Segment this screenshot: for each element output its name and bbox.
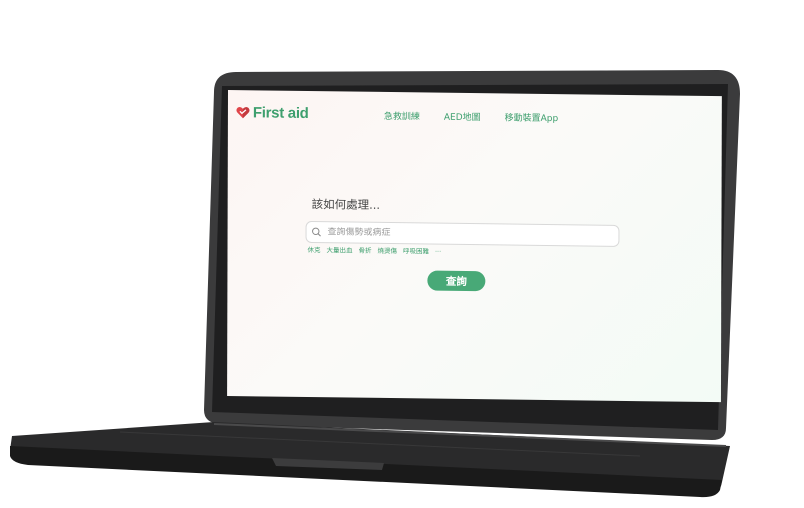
page-heading: 該如何處理... [311, 197, 381, 212]
nav-link-training[interactable]: 急救訓練 [384, 109, 420, 122]
brand-name: First aid [252, 104, 309, 123]
top-nav: First aid 急救訓練 AED地圖 移動裝置App [228, 90, 722, 140]
nav-link-aed-map[interactable]: AED地圖 [444, 110, 481, 123]
search-input[interactable] [325, 227, 610, 241]
browser-screen: First aid 急救訓練 AED地圖 移動裝置App 該如何處理... 休克… [227, 90, 722, 403]
tag-fracture[interactable]: 骨折 [358, 245, 371, 255]
tag-bleeding[interactable]: 大量出血 [326, 244, 352, 254]
brand-logo[interactable]: First aid [236, 104, 309, 122]
tag-burn[interactable]: 燒燙傷 [377, 245, 397, 255]
search-icon [312, 227, 326, 237]
nav-links: 急救訓練 AED地圖 移動裝置App [384, 109, 558, 124]
laptop-mockup: First aid 急救訓練 AED地圖 移動裝置App 該如何處理... 休克… [0, 0, 804, 508]
quick-tags: 休克 大量出血 骨折 燒燙傷 呼吸困難 ... [307, 244, 441, 256]
search-box[interactable] [305, 220, 620, 247]
search-submit-button[interactable]: 查詢 [427, 270, 486, 292]
tag-shock[interactable]: 休克 [307, 244, 320, 254]
tag-breathing[interactable]: 呼吸困難 [403, 245, 429, 255]
nav-link-mobile-app[interactable]: 移動裝置App [505, 110, 559, 124]
tag-more[interactable]: ... [435, 246, 441, 256]
heart-icon [236, 106, 250, 119]
